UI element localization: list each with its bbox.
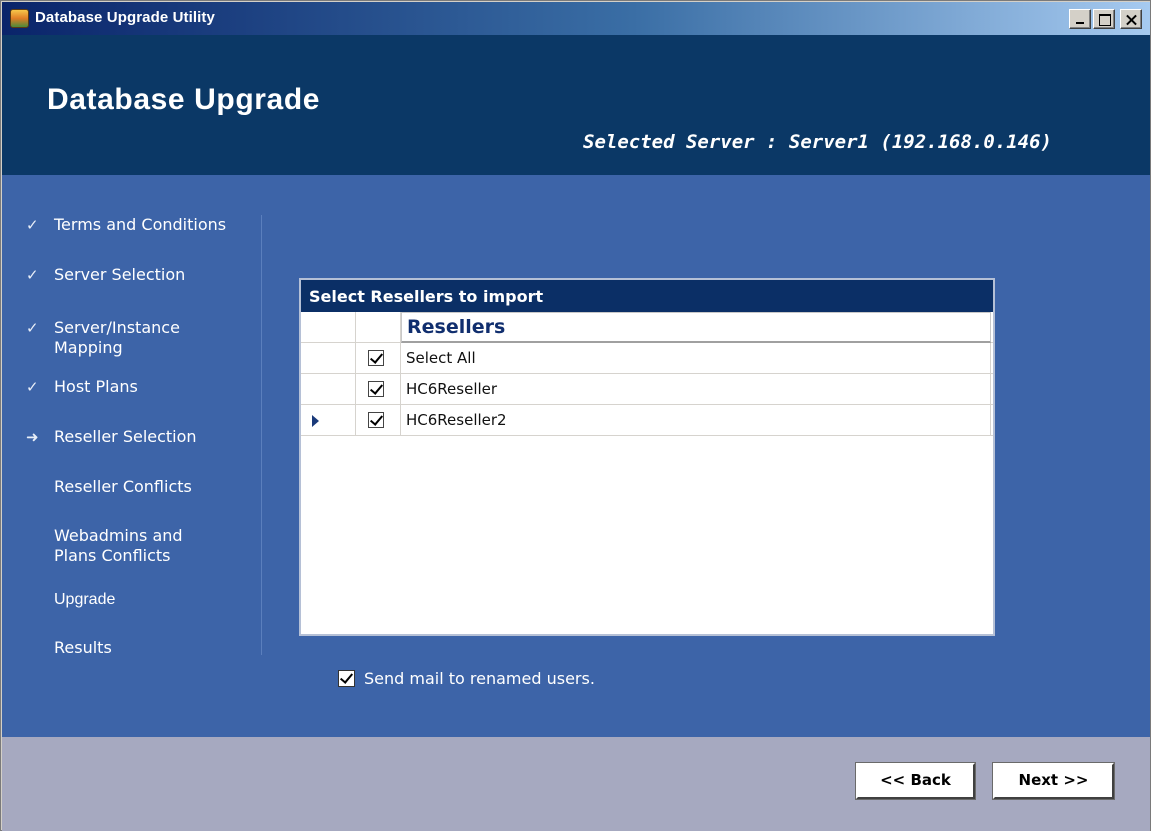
next-button[interactable]: Next >> [993, 763, 1114, 799]
close-icon [1121, 10, 1141, 28]
step-label: Terms and Conditions [54, 215, 227, 234]
selected-server-label: Selected Server : Server1 (192.168.0.146… [583, 131, 1052, 153]
column-header-resellers[interactable]: Resellers [401, 312, 991, 343]
close-button[interactable] [1120, 9, 1142, 29]
reseller-name[interactable]: HC6Reseller [401, 374, 991, 405]
row-selector[interactable] [301, 343, 356, 374]
reseller-name[interactable]: Select All [401, 343, 991, 374]
row-checkbox-cell[interactable] [356, 343, 401, 374]
check-icon: ✓ [26, 378, 39, 396]
step-label: Reseller Conflicts [54, 477, 192, 496]
row-selector[interactable] [301, 405, 356, 436]
row-checkbox[interactable] [368, 381, 384, 397]
title-bar[interactable]: Database Upgrade Utility [2, 2, 1150, 35]
panel-title: Select Resellers to import [301, 280, 993, 312]
step-label: Webadmins and Plans Conflicts [54, 526, 183, 565]
reseller-name[interactable]: HC6Reseller2 [401, 405, 991, 436]
row-checkbox-cell[interactable] [356, 405, 401, 436]
current-row-icon [312, 415, 319, 427]
window-title: Database Upgrade Utility [35, 9, 215, 26]
checkbox-header-cell [356, 312, 401, 343]
check-icon: ✓ [26, 319, 39, 337]
main-area: ✓ Terms and Conditions ✓ Server Selectio… [2, 175, 1150, 737]
footer-bar: << Back Next >> [2, 737, 1150, 831]
send-mail-checkbox[interactable] [338, 670, 355, 687]
wizard-steps: ✓ Terms and Conditions ✓ Server Selectio… [2, 175, 264, 737]
maximize-button[interactable] [1093, 9, 1115, 29]
row-header-cell [301, 312, 356, 343]
table-row[interactable]: Select All [301, 343, 993, 374]
back-button[interactable]: << Back [856, 763, 975, 799]
maximize-icon [1094, 10, 1114, 28]
step-label: Host Plans [54, 377, 138, 396]
step-label: Results [54, 638, 112, 657]
minimize-icon [1070, 10, 1090, 28]
row-checkbox-cell[interactable] [356, 374, 401, 405]
step-label: Upgrade [54, 591, 116, 608]
table-row[interactable]: HC6Reseller [301, 374, 993, 405]
row-checkbox[interactable] [368, 350, 384, 366]
send-mail-label[interactable]: Send mail to renamed users. [364, 669, 595, 688]
resellers-panel: Select Resellers to import Resellers Sel… [299, 278, 995, 636]
step-label: Server Selection [54, 265, 186, 284]
header-banner: Database Upgrade Selected Server : Serve… [2, 35, 1150, 175]
app-window: Database Upgrade Utility Database Upgrad… [0, 0, 1151, 831]
grid-header-row: Resellers [301, 312, 993, 343]
check-icon: ✓ [26, 266, 39, 284]
app-icon [10, 9, 29, 28]
check-icon: ✓ [26, 216, 39, 234]
step-label: Reseller Selection [54, 427, 197, 446]
step-label: Server/Instance Mapping [54, 318, 180, 357]
minimize-button[interactable] [1069, 9, 1091, 29]
table-row[interactable]: HC6Reseller2 [301, 405, 993, 436]
row-selector[interactable] [301, 374, 356, 405]
row-checkbox[interactable] [368, 412, 384, 428]
arrow-right-icon: ➜ [26, 428, 39, 446]
page-title: Database Upgrade [47, 83, 321, 116]
